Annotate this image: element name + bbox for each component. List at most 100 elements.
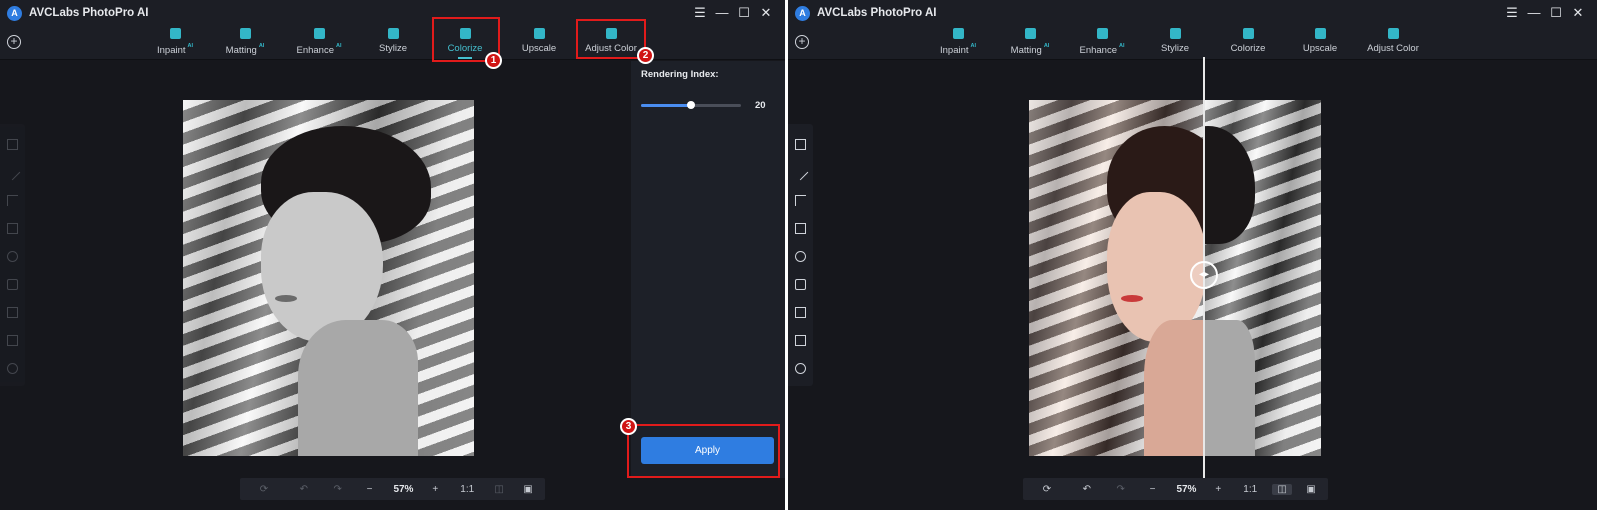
window-controls: ☰ — ☐ ✕ xyxy=(1501,4,1589,22)
select-icon[interactable] xyxy=(795,195,806,206)
tab-matting-label: Matting xyxy=(225,45,257,56)
rendering-index-slider[interactable] xyxy=(641,101,741,109)
matting-icon xyxy=(239,28,251,39)
rendering-index-label: Rendering Index: xyxy=(641,69,719,80)
maximize-button[interactable]: ☐ xyxy=(733,4,755,22)
tab-stylize[interactable]: Stylize xyxy=(358,26,428,54)
text-icon[interactable] xyxy=(795,307,806,318)
edit-icon[interactable] xyxy=(795,335,806,346)
colorize-settings-panel: Rendering Index: 20 Apply xyxy=(631,61,785,478)
ai-badge: AI xyxy=(1119,43,1125,49)
compare-slider-handle[interactable]: ◂▸ xyxy=(1190,261,1218,289)
tab-matting-label: Matting xyxy=(1010,45,1042,56)
slider-handle[interactable] xyxy=(687,101,695,109)
rectangle-icon[interactable] xyxy=(795,223,806,234)
minimize-button[interactable]: — xyxy=(711,4,733,22)
minimize-button[interactable]: — xyxy=(1523,4,1545,22)
brush-icon[interactable] xyxy=(792,164,809,181)
actual-size-button[interactable]: 1:1 xyxy=(1230,484,1270,495)
tab-inpaint[interactable]: Inpaint AI xyxy=(140,26,210,56)
redo-button[interactable]: ↷ xyxy=(320,484,356,495)
menu-icon[interactable]: ☰ xyxy=(1501,4,1523,22)
adjust-color-icon xyxy=(1387,28,1399,39)
colorized-photo xyxy=(1029,100,1205,456)
step-badge-2: 2 xyxy=(637,47,654,64)
menu-icon[interactable]: ☰ xyxy=(689,4,711,22)
tab-stylize[interactable]: Stylize xyxy=(1140,26,1210,54)
window-controls: ☰ — ☐ ✕ xyxy=(689,4,777,22)
zoom-level: 57% xyxy=(1176,483,1197,495)
tab-upscale[interactable]: Upscale xyxy=(504,26,574,54)
tab-colorize[interactable]: Colorize xyxy=(1213,26,1283,54)
undo-button[interactable]: ↶ xyxy=(1071,484,1103,495)
reset-button[interactable]: ⟳ xyxy=(240,484,288,495)
zoom-out-button[interactable]: − xyxy=(356,484,384,495)
zoom-level: 57% xyxy=(393,483,414,495)
ai-badge: AI xyxy=(970,43,977,49)
tab-upscale[interactable]: Upscale xyxy=(1285,26,1355,54)
save-button[interactable]: ▣ xyxy=(1294,484,1328,495)
circle-icon[interactable] xyxy=(795,251,806,262)
ai-badge: AI xyxy=(1043,43,1050,49)
stylize-icon xyxy=(387,28,399,39)
source-photo-grayscale xyxy=(183,100,474,456)
close-button[interactable]: ✕ xyxy=(1567,4,1589,22)
tab-enhance[interactable]: Enhance AI xyxy=(1067,26,1137,56)
save-button[interactable]: ▣ xyxy=(511,484,545,495)
tab-enhance-label: Enhance xyxy=(1079,45,1117,56)
slider-fill xyxy=(641,104,691,107)
title-bar: A AVCLabs PhotoPro AI ☰ — ☐ ✕ xyxy=(0,0,785,26)
tab-adjust-color-label: Adjust Color xyxy=(1367,43,1419,54)
tab-upscale-label: Upscale xyxy=(521,43,557,54)
tab-enhance[interactable]: Enhance AI xyxy=(284,26,354,56)
step-badge-3: 3 xyxy=(620,418,637,435)
compare-button[interactable]: ◫ xyxy=(487,484,511,495)
zoom-out-button[interactable]: − xyxy=(1139,484,1167,495)
reset-button[interactable]: ⟳ xyxy=(1023,484,1071,495)
history-icon[interactable] xyxy=(795,363,806,374)
select-icon[interactable] xyxy=(7,195,18,206)
app-title: AVCLabs PhotoPro AI xyxy=(29,7,149,19)
history-icon[interactable] xyxy=(7,363,18,374)
portrait-icon[interactable] xyxy=(7,279,18,290)
side-toolbar xyxy=(0,124,25,386)
tab-matting[interactable]: Matting AI xyxy=(210,26,280,56)
app-logo-icon: A xyxy=(795,5,810,21)
portrait-icon[interactable] xyxy=(795,279,806,290)
circle-icon[interactable] xyxy=(7,251,18,262)
close-button[interactable]: ✕ xyxy=(755,4,777,22)
zoom-in-button[interactable]: + xyxy=(1206,484,1230,495)
crop-icon[interactable] xyxy=(795,139,806,150)
brush-icon[interactable] xyxy=(4,164,21,181)
undo-button[interactable]: ↶ xyxy=(288,484,320,495)
ai-badge: AI xyxy=(258,43,265,49)
compare-button[interactable]: ◫ xyxy=(1272,483,1293,495)
tab-stylize-label: Stylize xyxy=(379,43,407,54)
matting-icon xyxy=(1024,28,1036,39)
redo-button[interactable]: ↷ xyxy=(1103,484,1139,495)
tab-enhance-label: Enhance xyxy=(296,45,334,56)
enhance-icon xyxy=(1096,28,1108,39)
edit-icon[interactable] xyxy=(7,335,18,346)
tab-adjust-color[interactable]: Adjust Color xyxy=(1358,26,1428,54)
inpaint-icon xyxy=(952,28,964,39)
zoom-in-button[interactable]: + xyxy=(423,484,447,495)
tab-inpaint[interactable]: Inpaint AI xyxy=(923,26,993,56)
enhance-icon xyxy=(313,28,325,39)
tab-upscale-label: Upscale xyxy=(1302,43,1338,54)
side-toolbar xyxy=(788,124,813,386)
ai-badge: AI xyxy=(187,43,194,49)
add-image-button[interactable]: + xyxy=(7,35,21,49)
app-title: AVCLabs PhotoPro AI xyxy=(817,7,937,19)
title-bar: A AVCLabs PhotoPro AI ☰ — ☐ ✕ xyxy=(788,0,1597,26)
view-controls-bar: ⟳ ↶ ↷ − 57% + 1:1 ◫ ▣ xyxy=(1023,478,1328,500)
tab-colorize-label: Colorize xyxy=(1230,43,1266,54)
crop-icon[interactable] xyxy=(7,139,18,150)
maximize-button[interactable]: ☐ xyxy=(1545,4,1567,22)
actual-size-button[interactable]: 1:1 xyxy=(447,484,487,495)
upscale-icon xyxy=(1314,28,1326,39)
rectangle-icon[interactable] xyxy=(7,223,18,234)
text-icon[interactable] xyxy=(7,307,18,318)
add-image-button[interactable]: + xyxy=(795,35,809,49)
tab-matting[interactable]: Matting AI xyxy=(995,26,1065,56)
